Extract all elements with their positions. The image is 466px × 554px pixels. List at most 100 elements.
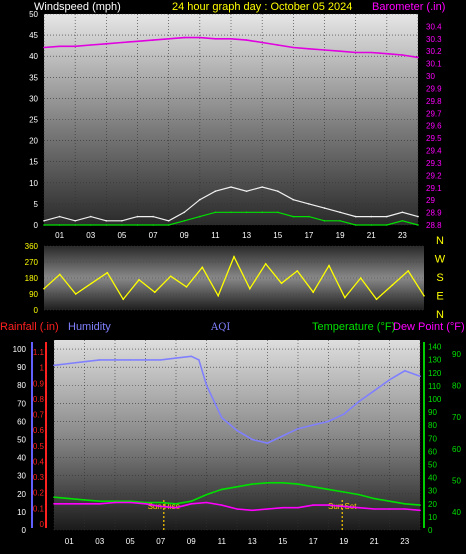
compass-label: E (436, 291, 443, 303)
barometer-line-point (386, 52, 388, 55)
wind-line-point (74, 224, 76, 226)
y-tick-label: 50 (452, 476, 461, 485)
y-tick-label: 40 (452, 508, 461, 517)
wind-line-point (230, 211, 232, 214)
y-tick-label: 0.3 (33, 473, 45, 482)
y-tick-label: 28.8 (426, 221, 442, 230)
humidity-line-point (83, 360, 86, 363)
gust-line-point (167, 220, 170, 222)
barometer-line-point (152, 39, 154, 41)
y-tick-label: 0.7 (33, 411, 45, 420)
humidity-line-point (266, 442, 269, 444)
y-tick-label: 30.2 (426, 47, 442, 56)
wind-direction-line-point (249, 287, 251, 290)
y-tick-label: 40 (29, 52, 38, 61)
y-tick-label: 35 (29, 73, 38, 82)
dew-point-line-point (373, 508, 376, 510)
temperature-line-point (68, 497, 71, 500)
y-tick-label: 60 (428, 447, 437, 456)
dew-point-line-point (419, 509, 421, 512)
dew-point-line-point (175, 506, 177, 509)
wind-line-point (105, 224, 108, 226)
y-tick-label: 0.9 (33, 379, 45, 388)
y-tick-label: 10 (428, 513, 437, 522)
x-tick-label: 03 (86, 231, 95, 240)
dew-point-line-point (221, 504, 223, 506)
y-tick-label: 25 (29, 116, 38, 125)
y-tick-label: 60 (452, 445, 461, 454)
gust-line-point (386, 215, 388, 218)
humidity-line-point (129, 359, 132, 361)
y-tick-label: 90 (428, 408, 437, 417)
barometer-line-point (308, 48, 310, 50)
barometer-line-point (90, 44, 92, 46)
humidity-line-point (53, 364, 55, 367)
y-tick-label: 20 (17, 490, 26, 499)
wind-direction-line-point (233, 255, 235, 258)
dew-point-line-point (68, 503, 71, 505)
y-tick-label: 0.1 (33, 504, 45, 513)
wind-line-point (121, 224, 123, 226)
x-tick-label: 05 (126, 537, 135, 546)
dew-point-line-point (99, 503, 101, 505)
y-tick-label: 110 (428, 382, 441, 391)
barometer-line-point (43, 46, 45, 49)
gust-line-point (90, 215, 92, 218)
barometer-line-point (230, 38, 232, 40)
y-tick-label: 29.2 (426, 171, 442, 180)
dew-point-line-point (114, 501, 116, 504)
dew-point-line-point (236, 508, 238, 510)
wind-line-point (308, 215, 310, 218)
temperature-line-point (282, 482, 284, 484)
wind-direction-line-point (264, 263, 267, 265)
y-tick-label: 0.2 (33, 489, 45, 498)
x-tick-label: 21 (370, 537, 379, 546)
y-tick-label: 28.9 (426, 209, 442, 218)
y-tick-label: 140 (428, 343, 442, 352)
panel2-left-ticks: 0 90 180 270 360 (25, 242, 39, 315)
aqi-axis-label: AQI (210, 322, 230, 333)
wind-line-point (90, 224, 92, 226)
barometer-line-point (214, 38, 217, 40)
x-tick-label: 09 (187, 537, 196, 546)
barometer-line-point (277, 44, 279, 46)
dew-point-line-point (312, 504, 315, 506)
wind-direction-line-point (391, 284, 394, 286)
barometer-line-point (199, 36, 201, 39)
barometer-line-point (136, 40, 139, 43)
temperature-line-point (205, 493, 208, 496)
y-tick-label: 80 (428, 421, 437, 430)
humidity-line-point (282, 435, 284, 437)
wind-direction-line-point (90, 282, 93, 285)
y-tick-label: 29.7 (426, 109, 442, 118)
humidity-line-point (297, 427, 299, 430)
x-tick-label: 17 (309, 537, 318, 546)
barometer-axis-label: Barometer (.in) (372, 1, 445, 13)
wind-line-point (199, 215, 201, 218)
dewpoint-axis-label: Dew Point (°F) (393, 321, 465, 333)
wind-line-point (386, 224, 388, 226)
temperature-line-point (175, 503, 177, 505)
wind-line-point (152, 224, 154, 226)
compass-labels: NWSEN (435, 235, 446, 321)
windspeed-axis-label: Windspeed (mph) (34, 1, 121, 13)
barometer-line-point (105, 43, 108, 45)
temperature-line-point (190, 500, 193, 503)
y-tick-label: 45 (29, 31, 38, 40)
barometer-line-point (167, 38, 170, 40)
rainfall-axis-label: Rainfall (.in) (0, 321, 59, 333)
y-tick-label: 90 (29, 290, 38, 299)
x-tick-label: 21 (367, 231, 376, 240)
x-tick-label: 07 (149, 231, 158, 240)
y-tick-label: 29.5 (426, 134, 442, 143)
gust-line-point (245, 190, 248, 192)
temperature-line-point (251, 483, 254, 485)
panel3-x-ticks: 01 03 05 07 09 11 13 15 17 19 21 23 (65, 537, 410, 546)
y-tick-label: 29 (426, 196, 435, 205)
x-tick-label: 23 (400, 537, 409, 546)
y-tick-label: 29.9 (426, 84, 442, 93)
y-tick-label: 130 (428, 356, 442, 365)
wind-line-point (401, 220, 404, 222)
wind-direction-line-point (344, 296, 346, 299)
barometer-line-point (370, 51, 373, 54)
